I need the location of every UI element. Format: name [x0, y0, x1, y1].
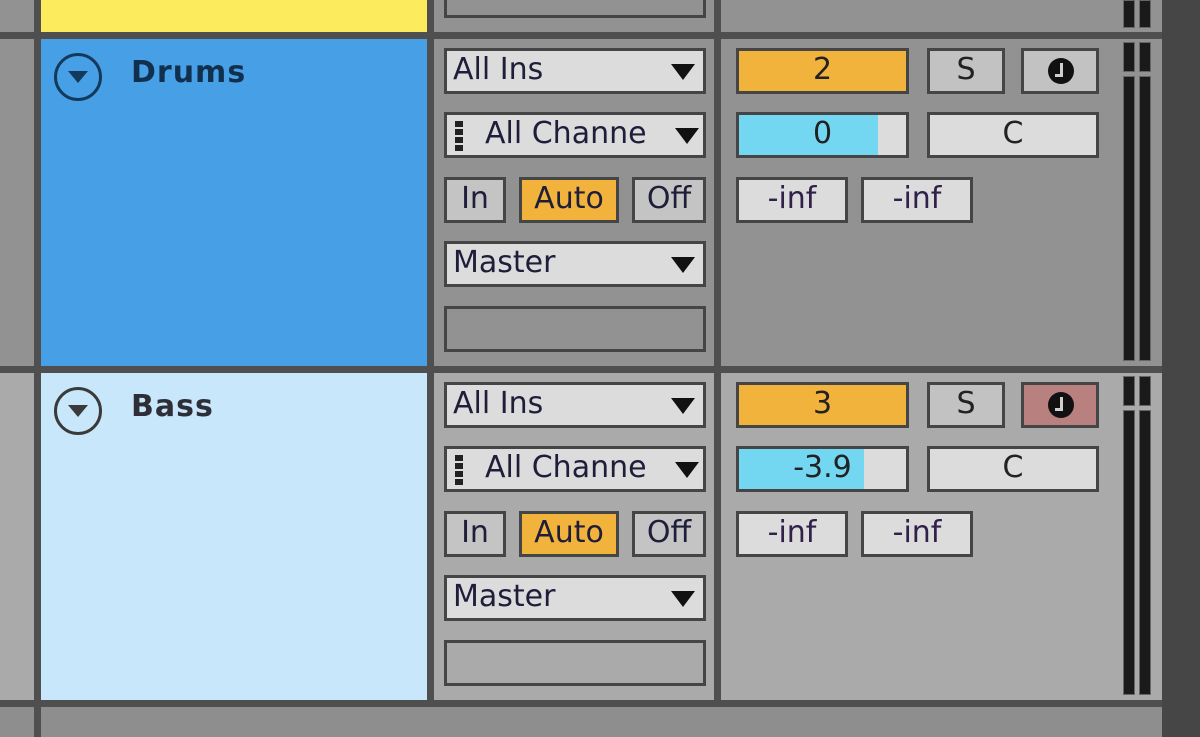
- drop-area[interactable]: [41, 707, 1162, 737]
- track-title-bar[interactable]: Bass: [41, 373, 427, 700]
- io-section: All Ins All Channe In Auto Off Master: [434, 39, 714, 366]
- peak-level-right[interactable]: -inf: [861, 511, 973, 557]
- volume-value: -3.9: [793, 450, 852, 485]
- track-row-partial: [0, 0, 1162, 32]
- level-meter-left-top: [1123, 42, 1135, 72]
- volume-fill: [739, 115, 878, 155]
- solo-button[interactable]: S: [927, 382, 1005, 428]
- track-row-bass: Bass All Ins All Channe In Auto Off Mast…: [0, 373, 1162, 700]
- input-channel-value: All Channe: [485, 450, 647, 485]
- output-dropdown[interactable]: Master: [444, 241, 706, 287]
- mixer-section: 3 S -3.9 C -inf -inf: [721, 373, 1162, 700]
- input-channel-dropdown[interactable]: All Channe: [444, 446, 706, 492]
- divider: [427, 0, 434, 32]
- volume-slider[interactable]: -3.9: [736, 446, 909, 492]
- divider: [34, 373, 41, 700]
- empty-slot: [444, 0, 706, 18]
- monitor-in-button[interactable]: In: [444, 511, 506, 557]
- divider: [714, 39, 721, 366]
- dropdown-arrow-icon: [671, 64, 695, 80]
- row-divider: [0, 32, 1162, 39]
- dropdown-arrow-icon: [675, 462, 699, 478]
- dropdown-arrow-icon: [671, 257, 695, 273]
- dropdown-arrow-icon: [671, 398, 695, 414]
- solo-button[interactable]: S: [927, 48, 1005, 94]
- mixer-section: [721, 0, 1162, 32]
- divider: [714, 0, 721, 32]
- divider: [427, 373, 434, 700]
- record-arm-icon: [1048, 58, 1074, 84]
- track-left-strip: [0, 373, 34, 700]
- dropdown-arrow-icon: [675, 128, 699, 144]
- level-meter-right: [1139, 410, 1151, 695]
- record-arm-icon: [1048, 392, 1074, 418]
- monitor-in-button[interactable]: In: [444, 177, 506, 223]
- level-meter-right-top: [1139, 376, 1151, 406]
- input-channel-dropdown[interactable]: All Channe: [444, 112, 706, 158]
- level-meter-left: [1123, 0, 1135, 28]
- divider: [427, 39, 434, 366]
- io-section: All Ins All Channe In Auto Off Master: [434, 373, 714, 700]
- track-name: Drums: [131, 55, 247, 90]
- monitor-auto-button[interactable]: Auto: [519, 511, 619, 557]
- monitor-off-button[interactable]: Off: [632, 511, 706, 557]
- peak-level-left[interactable]: -inf: [736, 511, 848, 557]
- output-value: Master: [453, 579, 556, 614]
- io-section: [434, 0, 714, 32]
- track-activator-button[interactable]: 3: [736, 382, 909, 428]
- track-row-empty: [0, 707, 1162, 737]
- peak-level-left[interactable]: -inf: [736, 177, 848, 223]
- volume-value: 0: [812, 116, 833, 151]
- pan-slider[interactable]: C: [927, 112, 1099, 158]
- dropdown-arrow-icon: [671, 591, 695, 607]
- grip-icon: [455, 455, 463, 485]
- track-left-strip: [0, 0, 34, 32]
- input-type-dropdown[interactable]: All Ins: [444, 382, 706, 428]
- row-divider: [0, 366, 1162, 373]
- fold-toggle-icon[interactable]: [54, 387, 102, 435]
- grip-icon: [455, 121, 463, 151]
- row-divider: [0, 700, 1162, 707]
- input-type-dropdown[interactable]: All Ins: [444, 48, 706, 94]
- level-meter-right: [1139, 76, 1151, 361]
- arm-button[interactable]: [1021, 382, 1099, 428]
- track-row-drums: Drums All Ins All Channe In Auto Off Mas…: [0, 39, 1162, 366]
- monitor-off-button[interactable]: Off: [632, 177, 706, 223]
- output-dropdown[interactable]: Master: [444, 575, 706, 621]
- track-activator-button[interactable]: 2: [736, 48, 909, 94]
- level-meter-right: [1139, 0, 1151, 28]
- divider: [34, 0, 41, 32]
- volume-slider[interactable]: 0: [736, 112, 909, 158]
- divider: [34, 39, 41, 366]
- level-meter-left: [1123, 76, 1135, 361]
- output-value: Master: [453, 245, 556, 280]
- monitor-auto-button[interactable]: Auto: [519, 177, 619, 223]
- level-meter-left: [1123, 410, 1135, 695]
- level-meter-left-top: [1123, 376, 1135, 406]
- track-left-strip: [0, 707, 34, 737]
- track-title-bar[interactable]: [41, 0, 427, 32]
- mixer-section: 2 S 0 C -inf -inf: [721, 39, 1162, 366]
- pan-slider[interactable]: C: [927, 446, 1099, 492]
- fold-toggle-icon[interactable]: [54, 53, 102, 101]
- track-name: Bass: [131, 389, 214, 424]
- divider: [34, 707, 41, 737]
- track-title-bar[interactable]: Drums: [41, 39, 427, 366]
- peak-level-right[interactable]: -inf: [861, 177, 973, 223]
- input-type-value: All Ins: [453, 52, 544, 87]
- output-channel-slot[interactable]: [444, 306, 706, 352]
- arm-button[interactable]: [1021, 48, 1099, 94]
- divider: [714, 373, 721, 700]
- output-channel-slot[interactable]: [444, 640, 706, 686]
- level-meter-right-top: [1139, 42, 1151, 72]
- track-left-strip: [0, 39, 34, 366]
- input-type-value: All Ins: [453, 386, 544, 421]
- input-channel-value: All Channe: [485, 116, 647, 151]
